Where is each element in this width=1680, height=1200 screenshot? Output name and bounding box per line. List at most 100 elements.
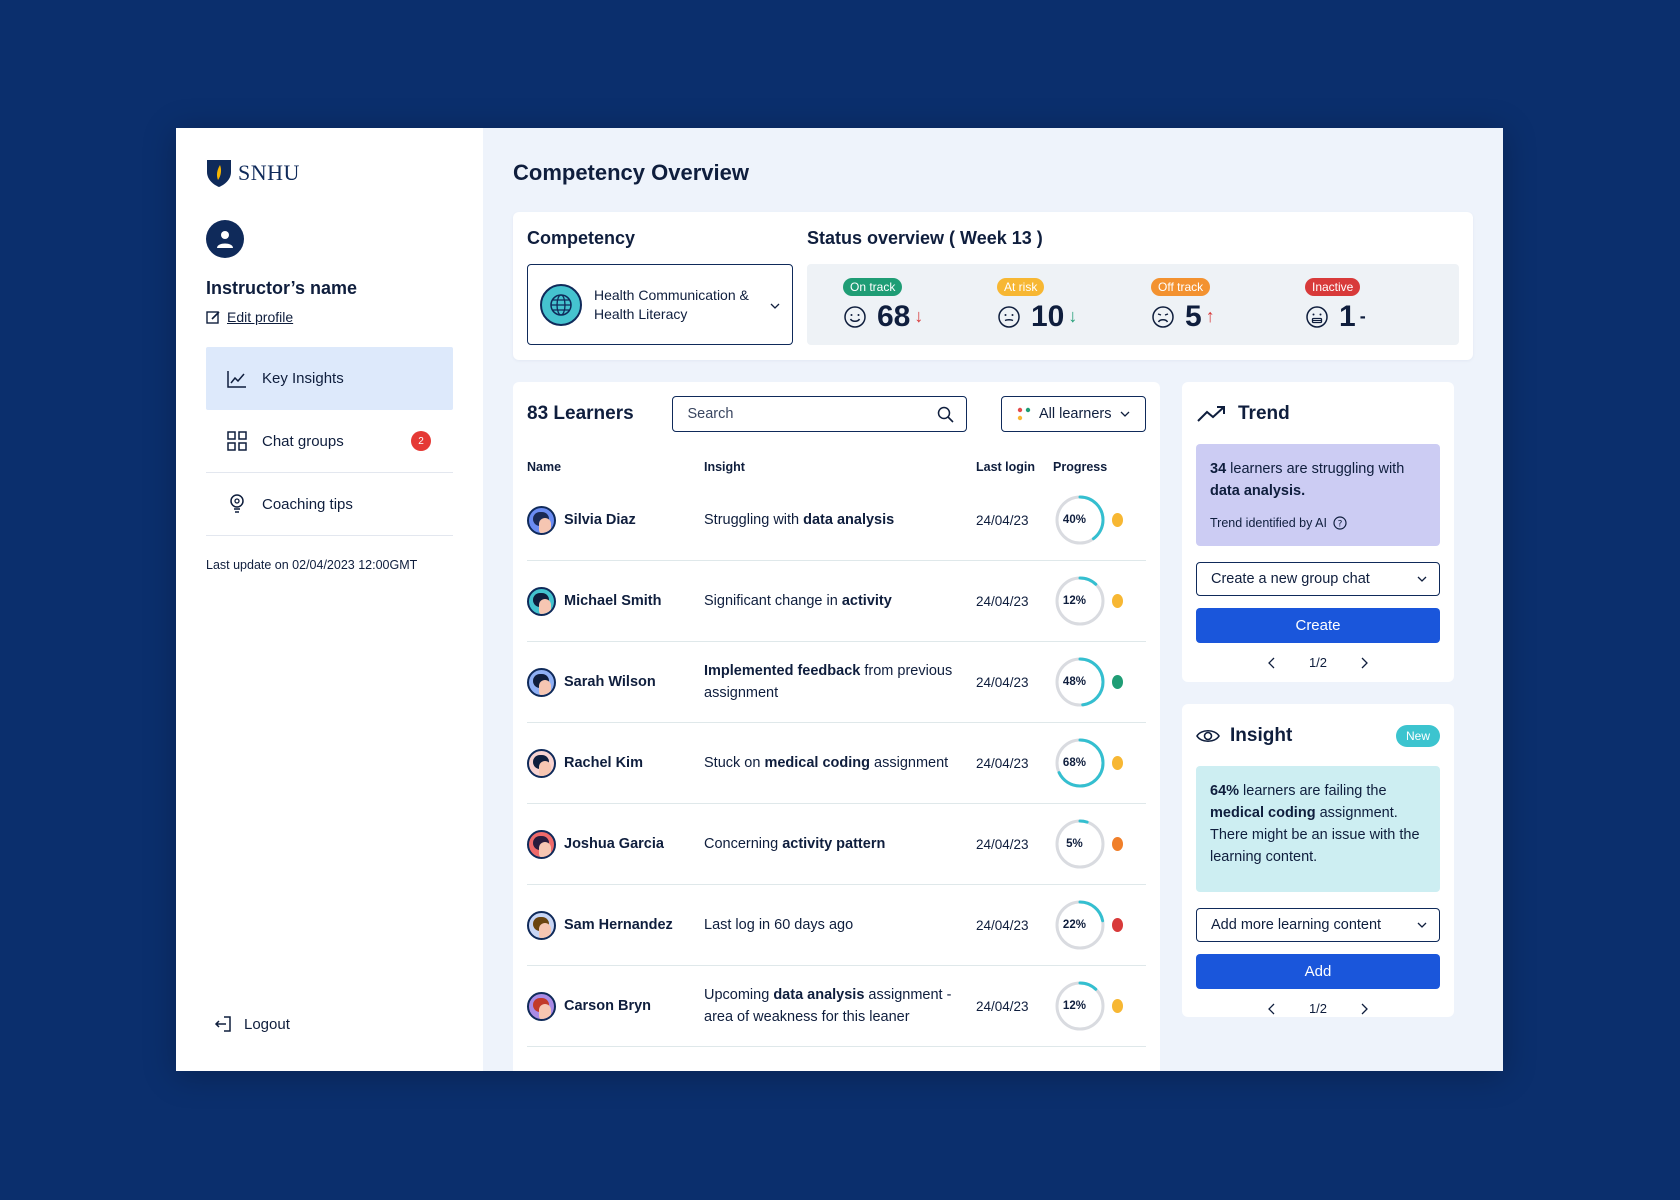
progress-label: 22%: [1062, 919, 1086, 931]
insight-percent: 64%: [1210, 783, 1240, 799]
learner-name[interactable]: Silvia Diaz: [564, 512, 636, 528]
status-off-track[interactable]: Off track 5 ↑: [1151, 277, 1305, 332]
learner-name[interactable]: Sarah Wilson: [564, 674, 656, 690]
neutral-face-icon: [998, 305, 1020, 328]
progress-label: 12%: [1062, 1000, 1086, 1012]
table-row[interactable]: Michael Smith Significant change in activ…: [527, 561, 1146, 642]
search-icon[interactable]: [937, 406, 954, 423]
progress-cell: 48%: [1053, 655, 1123, 709]
notification-badge: 2: [411, 431, 431, 451]
progress-cell: 12%: [1053, 979, 1123, 1033]
user-icon: [217, 231, 233, 248]
status-heading: Status overview ( Week 13 ): [807, 228, 1043, 248]
insight-pre: Significant change in: [704, 593, 842, 609]
lightbulb-icon: [226, 493, 248, 515]
learner-name[interactable]: Sam Hernandez: [564, 917, 673, 933]
status-dot: [1111, 918, 1123, 932]
learner-name[interactable]: Carson Bryn: [564, 998, 651, 1014]
learner-filter-dropdown[interactable]: All learners: [1000, 396, 1146, 432]
insight-highlight: medical coding: [764, 755, 871, 771]
status-at-risk[interactable]: At risk 10 ↓: [997, 277, 1151, 333]
status-count: 68: [877, 299, 911, 333]
progress-label: 68%: [1062, 757, 1086, 769]
status-on-track[interactable]: On track 68 ↓: [843, 277, 997, 333]
logout-button[interactable]: Logout: [214, 1015, 290, 1033]
sidebar-item-chat-groups[interactable]: Chat groups 2: [206, 410, 453, 473]
brand-name: SNHU: [238, 160, 300, 185]
globe-icon: [540, 283, 582, 326]
column-header-last-login[interactable]: Last login: [976, 460, 1053, 480]
progress-cell: 12%: [1053, 574, 1123, 628]
edit-profile-link[interactable]: Edit profile: [206, 309, 453, 325]
learner-avatar: [527, 505, 556, 535]
last-login: 24/04/23: [976, 593, 1029, 609]
learner-name[interactable]: Rachel Kim: [564, 755, 643, 771]
status-count: 10: [1031, 299, 1065, 333]
status-dot: [1111, 675, 1123, 689]
progress-ring: 12%: [1053, 979, 1105, 1033]
learner-insight: Concerning activity pattern: [704, 833, 976, 855]
status-overview-section: Status overview ( Week 13 ) On track 68 …: [807, 228, 1459, 345]
progress-ring: 5%: [1053, 817, 1105, 871]
sidebar-item-key-insights[interactable]: Key Insights: [206, 347, 453, 410]
insight-pre: Upcoming: [704, 987, 774, 1003]
learner-insight: Stuck on medical coding assignment: [704, 752, 976, 774]
insight-pre: Stuck on: [704, 755, 765, 771]
column-header-insight[interactable]: Insight: [704, 460, 976, 480]
insight-highlight: data analysis: [773, 987, 865, 1003]
table-row[interactable]: Sarah Wilson Implemented feedback from pr…: [527, 642, 1146, 723]
search-input[interactable]: [687, 406, 918, 422]
status-count: 1: [1339, 299, 1356, 333]
sidebar-item-coaching-tips[interactable]: Coaching tips: [206, 473, 453, 536]
learner-avatar: [527, 829, 556, 859]
last-login: 24/04/23: [976, 512, 1029, 528]
learner-name[interactable]: Joshua Garcia: [564, 836, 664, 852]
help-circle-icon[interactable]: ?: [1333, 516, 1347, 530]
table-row[interactable]: Carson Bryn Upcoming data analysis assign…: [527, 966, 1146, 1047]
trend-topic: data analysis.: [1210, 483, 1306, 499]
create-button[interactable]: Create: [1196, 608, 1440, 643]
table-row[interactable]: Rachel Kim Stuck on medical coding assign…: [527, 723, 1146, 804]
progress-cell: 68%: [1053, 736, 1123, 790]
insight-pre: Concerning: [704, 836, 783, 852]
learning-content-select[interactable]: Add more learning content: [1196, 908, 1440, 942]
chevron-right-icon[interactable]: [1361, 657, 1369, 669]
learner-insight: Last log in 60 days ago: [704, 914, 976, 936]
status-pill: Inactive: [1305, 277, 1361, 296]
learning-content-select-label: Add more learning content: [1211, 917, 1382, 933]
group-chat-select[interactable]: Create a new group chat: [1196, 562, 1440, 596]
search-box[interactable]: [672, 396, 967, 432]
table-row[interactable]: Sam Hernandez Last log in 60 days ago 24/0…: [527, 885, 1146, 966]
chevron-left-icon[interactable]: [1267, 657, 1275, 669]
competency-select[interactable]: Health Communication & Health Literacy: [527, 264, 793, 345]
progress-ring: 40%: [1053, 493, 1105, 547]
table-row[interactable]: Joshua Garcia Concerning activity pattern…: [527, 804, 1146, 885]
chevron-right-icon[interactable]: [1361, 1003, 1369, 1015]
status-inactive[interactable]: Inactive 1 -: [1305, 277, 1459, 333]
competency-heading: Competency: [527, 228, 636, 248]
status-dot: [1111, 594, 1123, 608]
status-pill: At risk: [997, 277, 1045, 296]
snhu-logo[interactable]: SNHU: [206, 156, 453, 190]
right-column: Trend 34 learners are struggling with da…: [1182, 382, 1454, 1071]
learner-name[interactable]: Michael Smith: [564, 593, 662, 609]
insight-pre: Struggling with: [704, 512, 804, 528]
svg-text:?: ?: [1338, 520, 1343, 530]
add-button[interactable]: Add: [1196, 954, 1440, 989]
learners-count-title: 83 Learners: [527, 403, 634, 424]
line-chart-icon: [226, 368, 248, 390]
main-content: Competency Overview Competency Health Co…: [483, 128, 1503, 1071]
edit-profile-label: Edit profile: [227, 309, 294, 325]
last-update-text: Last update on 02/04/2023 12:00GMT: [206, 558, 418, 572]
table-row[interactable]: Silvia Diaz Struggling with data analysis…: [527, 480, 1146, 561]
learners-header: 83 Learners All learners: [527, 396, 1146, 432]
learner-avatar: [527, 667, 556, 697]
chevron-left-icon[interactable]: [1267, 1003, 1275, 1015]
column-header-progress[interactable]: Progress: [1053, 460, 1123, 480]
avatar[interactable]: [206, 220, 244, 258]
column-header-name[interactable]: Name: [527, 460, 704, 480]
status-dot: [1111, 999, 1123, 1013]
status-pill: Off track: [1151, 277, 1211, 296]
progress-label: 48%: [1062, 676, 1086, 688]
page-title: Competency Overview: [513, 160, 749, 185]
